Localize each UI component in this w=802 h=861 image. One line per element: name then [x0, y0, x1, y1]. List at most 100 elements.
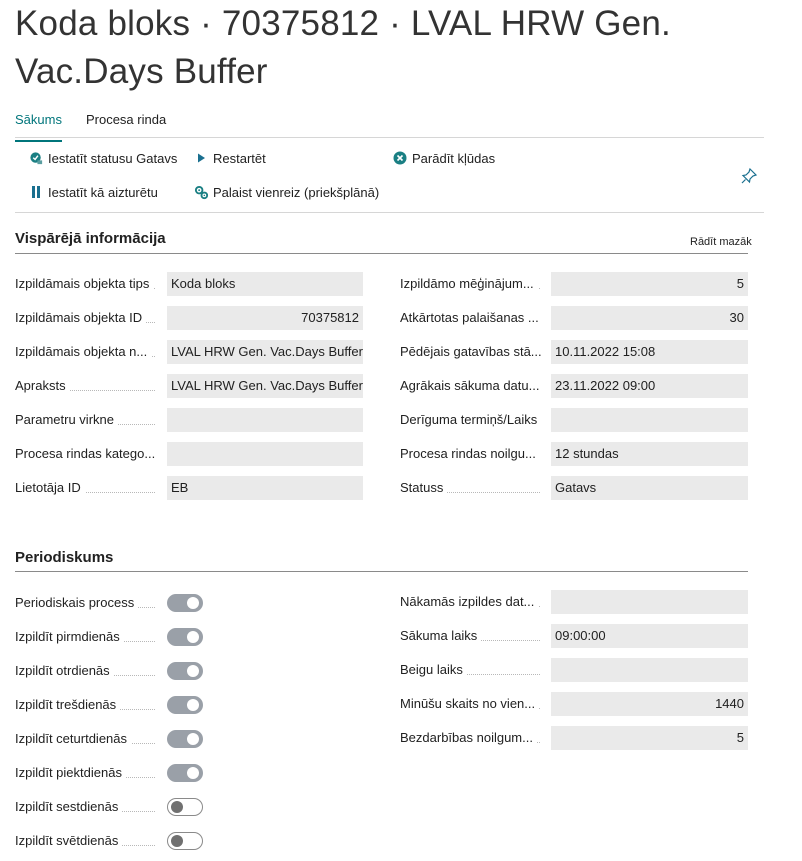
field-label-text: Agrākais sākuma datu...: [400, 378, 544, 393]
field-label: Beigu laiks: [400, 658, 548, 682]
toggle-label-text: Izpildīt otrdienās: [15, 663, 114, 678]
toggle-knob: [171, 835, 183, 847]
tab-job-queue[interactable]: Procesa rinda: [86, 112, 166, 136]
toggle-switch[interactable]: [167, 594, 203, 612]
field-label: Lietotāja ID: [15, 476, 163, 500]
set-status-ready-button[interactable]: Iestatīt statusu Gatavs: [28, 150, 177, 166]
field-row: Izpildāmais objekta tips: [15, 272, 163, 296]
toggle-knob: [187, 597, 199, 609]
field-label: Pēdējais gatavības stā...: [400, 340, 548, 364]
field-row: Atkārtotas palaišanas ...: [400, 306, 548, 330]
restart-label: Restartēt: [213, 150, 266, 166]
pause-icon: [28, 184, 44, 200]
toggle-label-text: Izpildīt svētdienās: [15, 833, 123, 848]
field-row: Statuss: [400, 476, 548, 500]
field-value[interactable]: LVAL HRW Gen. Vac.Days Buffer: [167, 340, 363, 364]
field-value[interactable]: [551, 590, 748, 614]
field-row: Beigu laiks: [400, 658, 548, 682]
field-label-text: Minūšu skaits no vien...: [400, 696, 540, 711]
field-row: Izpildāmo mēģinājum...: [400, 272, 548, 296]
field-row: Procesa rindas noilgu...: [400, 442, 548, 466]
field-label-text: Atkārtotas palaišanas ...: [400, 310, 543, 325]
field-label-text: Statuss: [400, 480, 448, 495]
restart-button[interactable]: Restartēt: [193, 150, 266, 166]
field-value[interactable]: Gatavs: [551, 476, 748, 500]
tab-home[interactable]: Sākums: [15, 112, 62, 142]
toggle-knob: [187, 699, 199, 711]
field-value[interactable]: 5: [551, 272, 748, 296]
field-label: Minūšu skaits no vien...: [400, 692, 548, 716]
section-general-divider: [15, 253, 748, 254]
show-errors-button[interactable]: Parādīt kļūdas: [392, 150, 495, 166]
field-value[interactable]: EB: [167, 476, 363, 500]
field-row: Bezdarbības noilgum...: [400, 726, 548, 750]
toggle-switch[interactable]: [167, 730, 203, 748]
toggle-knob: [187, 665, 199, 677]
toggle-switch[interactable]: [167, 798, 203, 816]
toggle-label: Izpildīt piektdienās: [15, 761, 163, 785]
field-label: Apraksts: [15, 374, 163, 398]
toggle-row: Izpildīt svētdienās: [15, 829, 163, 853]
field-label: Izpildāmais objekta tips: [15, 272, 163, 296]
field-value[interactable]: 12 stundas: [551, 442, 748, 466]
toggle-switch[interactable]: [167, 696, 203, 714]
field-label-text: Derīguma termiņš/Laiks: [400, 412, 542, 427]
field-row: Derīguma termiņš/Laiks: [400, 408, 548, 432]
section-recurrence-divider: [15, 571, 748, 572]
toggle-label-text: Izpildīt trešdienās: [15, 697, 121, 712]
toggle-switch[interactable]: [167, 764, 203, 782]
status-ready-icon: [28, 150, 44, 166]
toggle-row: Izpildīt otrdienās: [15, 659, 163, 683]
toggle-label: Periodiskais process: [15, 591, 163, 615]
field-row: Lietotāja ID: [15, 476, 163, 500]
field-value[interactable]: 1440: [551, 692, 748, 716]
field-value[interactable]: 70375812: [167, 306, 363, 330]
field-value[interactable]: [167, 408, 363, 432]
error-icon: [392, 150, 408, 166]
field-label: Izpildāmais objekta ID: [15, 306, 163, 330]
play-icon: [193, 150, 209, 166]
run-once-label: Palaist vienreiz (priekšplānā): [213, 184, 380, 200]
section-recurrence-title[interactable]: Periodiskums: [15, 549, 113, 566]
section-general-title[interactable]: Vispārējā informācija: [15, 230, 166, 247]
toggle-row: Izpildīt piektdienās: [15, 761, 163, 785]
field-label-text: Procesa rindas katego...: [15, 446, 160, 461]
toggle-label: Izpildīt sestdienās: [15, 795, 163, 819]
field-value[interactable]: 5: [551, 726, 748, 750]
field-value[interactable]: [551, 408, 748, 432]
toggle-knob: [187, 767, 199, 779]
field-row: Apraksts: [15, 374, 163, 398]
toggle-switch[interactable]: [167, 832, 203, 850]
toggle-label-text: Periodiskais process: [15, 595, 139, 610]
field-value[interactable]: [167, 442, 363, 466]
field-label-text: Bezdarbības noilgum...: [400, 730, 537, 745]
field-value[interactable]: [551, 658, 748, 682]
toggle-knob: [171, 801, 183, 813]
field-value[interactable]: 10.11.2022 15:08: [551, 340, 748, 364]
field-value[interactable]: 30: [551, 306, 748, 330]
field-value[interactable]: 09:00:00: [551, 624, 748, 648]
field-row: Izpildāmais objekta n...: [15, 340, 163, 364]
set-on-hold-button[interactable]: Iestatīt kā aizturētu: [28, 184, 158, 200]
field-value[interactable]: 23.11.2022 09:00: [551, 374, 748, 398]
set-on-hold-label: Iestatīt kā aizturētu: [48, 184, 158, 200]
field-value[interactable]: Koda bloks: [167, 272, 363, 296]
field-row: Minūšu skaits no vien...: [400, 692, 548, 716]
show-less-link[interactable]: Rādīt mazāk: [690, 236, 752, 248]
toggle-switch[interactable]: [167, 628, 203, 646]
toggle-switch[interactable]: [167, 662, 203, 680]
field-label: Bezdarbības noilgum...: [400, 726, 548, 750]
toggle-label: Izpildīt svētdienās: [15, 829, 163, 853]
toggle-row: Izpildīt sestdienās: [15, 795, 163, 819]
toggle-knob: [187, 733, 199, 745]
toggle-label-text: Izpildīt ceturtdienās: [15, 731, 132, 746]
field-row: Nākamās izpildes dat...: [400, 590, 548, 614]
pin-icon[interactable]: [740, 167, 758, 185]
field-label-text: Apraksts: [15, 378, 70, 393]
run-once-button[interactable]: Palaist vienreiz (priekšplānā): [193, 184, 379, 200]
toggle-row: Periodiskais process: [15, 591, 163, 615]
toggle-row: Izpildīt ceturtdienās: [15, 727, 163, 751]
toggle-label-text: Izpildīt piektdienās: [15, 765, 126, 780]
field-row: Izpildāmais objekta ID: [15, 306, 163, 330]
field-value[interactable]: LVAL HRW Gen. Vac.Days Buffer: [167, 374, 363, 398]
